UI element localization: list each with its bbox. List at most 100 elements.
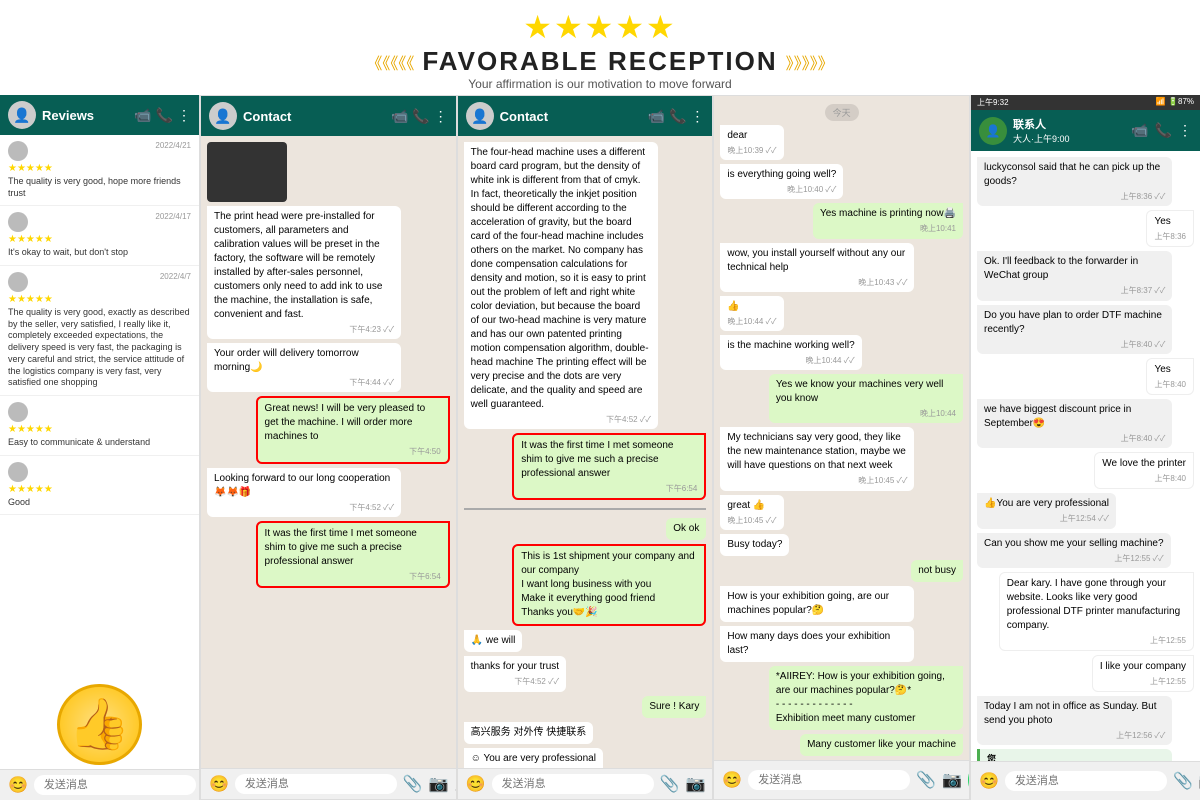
- msg-time: 晚上10:41: [820, 223, 956, 234]
- reviews-list: 2022/4/21 ★★★★★ The quality is very good…: [0, 135, 199, 680]
- chat1-msg-highlight: It was the first time I met someone shim…: [256, 521, 450, 588]
- msg-text: ☺ You are very professional: [471, 752, 596, 766]
- chat3-msg: ☺ You are very professional 中午12:54: [464, 748, 603, 768]
- emoji-icon[interactable]: 😊: [722, 770, 742, 790]
- chat4-date: 今天: [825, 104, 859, 121]
- msg-text: 🙏 we will: [471, 634, 516, 648]
- video-icon[interactable]: 📹: [1131, 122, 1148, 139]
- chat4-footer: 😊 📎 📷 🎤: [714, 760, 969, 799]
- review-stars: ★★★★★: [8, 484, 191, 495]
- review-avatar: [8, 402, 28, 422]
- chat2-input[interactable]: [492, 774, 654, 794]
- chat5-msg: we have biggest discount price in Septem…: [977, 399, 1172, 448]
- review-item: 2022/4/21 ★★★★★ The quality is very good…: [0, 135, 199, 206]
- chat4-msg: is everything going well? 晚上10:40 ✓✓: [720, 164, 843, 199]
- msg-text: It was the first time I met someone shim…: [265, 527, 441, 569]
- msg-text: Yes: [1154, 363, 1186, 377]
- msg-text: My technicians say very good, they like …: [727, 431, 907, 473]
- msg-text: Sure ! Kary: [649, 700, 699, 714]
- chat2-avatar: 👤: [466, 102, 494, 130]
- more-icon[interactable]: ⋮: [1178, 122, 1192, 139]
- chat-panel-2: 👤 Contact 📹 📞 ⋮ The four-head machine us…: [457, 95, 714, 800]
- right-arrows: 》》》》》: [786, 50, 834, 74]
- chat1-header: 👤 Contact 📹 📞 ⋮: [201, 96, 456, 136]
- attach-icon[interactable]: 📎: [1173, 771, 1193, 791]
- chat1-input[interactable]: [235, 774, 397, 794]
- emoji-icon[interactable]: 😊: [8, 775, 28, 795]
- msg-time: 下午4:52 ✓✓: [471, 676, 559, 687]
- chat5-msg-green: 您 I suggest you buy our machines and con…: [977, 749, 1172, 761]
- review-date: 2022/4/7: [160, 272, 191, 281]
- msg-text: Yes: [1154, 215, 1186, 229]
- chat5-body: luckyconsol said that he can pick up the…: [971, 151, 1200, 761]
- chat4-send-button[interactable]: 🎤: [968, 766, 970, 794]
- attach-icon[interactable]: 📎: [916, 770, 936, 790]
- review-stars: ★★★★★: [8, 424, 191, 435]
- emoji-icon[interactable]: 😊: [979, 771, 999, 791]
- msg-text: The four-head machine uses a different b…: [471, 146, 651, 412]
- msg-text: *AIIREY: How is your exhibition going, a…: [776, 670, 956, 726]
- camera-icon[interactable]: 📷: [429, 774, 449, 794]
- msg-time: 上午8:40 ✓✓: [984, 433, 1165, 444]
- msg-text: wow, you install yourself without any ou…: [727, 247, 907, 275]
- chat4-msg: My technicians say very good, they like …: [720, 427, 914, 490]
- chat4-msg: wow, you install yourself without any ou…: [720, 243, 914, 292]
- chat3-msg-highlight: This is 1st shipment your company and ou…: [512, 544, 706, 626]
- camera-icon[interactable]: 📷: [686, 774, 706, 794]
- msg-text: I like your company: [1100, 660, 1186, 674]
- thumbs-decoration: 👍: [0, 680, 199, 769]
- msg-time: 下午4:44 ✓✓: [214, 377, 394, 388]
- msg-text: The print head were pre-installed for cu…: [214, 210, 394, 322]
- chat5-input[interactable]: [1005, 771, 1167, 791]
- msg-time: 晚上10:39 ✓✓: [727, 145, 776, 156]
- left-arrows: 《《《《《: [366, 50, 414, 74]
- chat5-msg: I like your company 上午12:55: [1092, 655, 1194, 692]
- chat1-avatar: 👤: [209, 102, 237, 130]
- attach-icon[interactable]: 📎: [403, 774, 423, 794]
- chat3-msg: 🙏 we will: [464, 630, 523, 652]
- reviews-title: Reviews: [42, 108, 128, 123]
- chat5-msg: 👍You are very professional 上午12:54 ✓✓: [977, 493, 1116, 528]
- review-avatar: [8, 141, 28, 161]
- chat4-input[interactable]: [748, 770, 910, 790]
- review-text: Easy to communicate & understand: [8, 437, 191, 449]
- chat2-body: The four-head machine uses a different b…: [458, 136, 713, 768]
- msg-text: It was the first time I met someone shim…: [521, 439, 697, 481]
- msg-time: 下午4:52 ✓✓: [471, 414, 651, 425]
- page-header: ★★★★★ 《《《《《 FAVORABLE RECEPTION 》》》》》 Yo…: [0, 0, 1200, 95]
- msg-text: Many customer like your machine: [807, 738, 956, 752]
- msg-time: 下午6:54: [521, 483, 697, 494]
- chat5-subtitle: 大人·上午9:00: [1013, 132, 1125, 145]
- chat4-msg: is the machine working well? 晚上10:44 ✓✓: [720, 335, 861, 370]
- camera-icon[interactable]: 📷: [942, 770, 962, 790]
- msg-time: 晚上10:45 ✓✓: [727, 515, 776, 526]
- chat3-msg: thanks for your trust 下午4:52 ✓✓: [464, 656, 566, 691]
- review-date: 2022/4/21: [155, 141, 191, 150]
- header-subtitle: Your affirmation is our motivation to mo…: [0, 77, 1200, 91]
- attach-icon[interactable]: 📎: [660, 774, 680, 794]
- emoji-icon[interactable]: 😊: [466, 774, 486, 794]
- chat-panel-4: 今天 dear 晚上10:39 ✓✓ is everything going w…: [713, 95, 970, 800]
- msg-text: 👍: [727, 300, 776, 314]
- review-avatar: [8, 272, 28, 292]
- emoji-icon[interactable]: 😊: [209, 774, 229, 794]
- msg-time: 晚上10:44 ✓✓: [727, 355, 854, 366]
- phone-icon[interactable]: 📞: [1155, 122, 1172, 139]
- chat4-msg: Yes we know your machines very well you …: [769, 374, 963, 423]
- msg-time: 晚上10:45 ✓✓: [727, 475, 907, 486]
- chat4-body: 今天 dear 晚上10:39 ✓✓ is everything going w…: [714, 96, 969, 760]
- review-text: It's okay to wait, but don't stop: [8, 247, 191, 259]
- chat2-footer: 😊 📎 📷 🎤: [458, 768, 713, 799]
- review-avatar: [8, 212, 28, 232]
- chat5-footer: 😊 📎 📷 ●: [971, 761, 1200, 800]
- main-content: 👤 Reviews 📹 📞 ⋮ 2022/4/21 ★★★★★ The qual…: [0, 95, 1200, 800]
- chat-panel-1: 👤 Contact 📹 📞 ⋮ The print head were pre-…: [200, 95, 457, 800]
- chat5-msg: luckyconsol said that he can pick up the…: [977, 157, 1172, 206]
- chat1-body: The print head were pre-installed for cu…: [201, 136, 456, 768]
- reviews-input[interactable]: [34, 775, 196, 795]
- chat4-msg: How many days does your exhibition last?: [720, 626, 914, 662]
- chat5-header: 👤 联系人 大人·上午9:00 📹 📞 ⋮: [971, 110, 1200, 151]
- msg-time: 下午6:54: [265, 571, 441, 582]
- msg-text: not busy: [918, 564, 956, 578]
- msg-sender: 您: [987, 753, 1165, 761]
